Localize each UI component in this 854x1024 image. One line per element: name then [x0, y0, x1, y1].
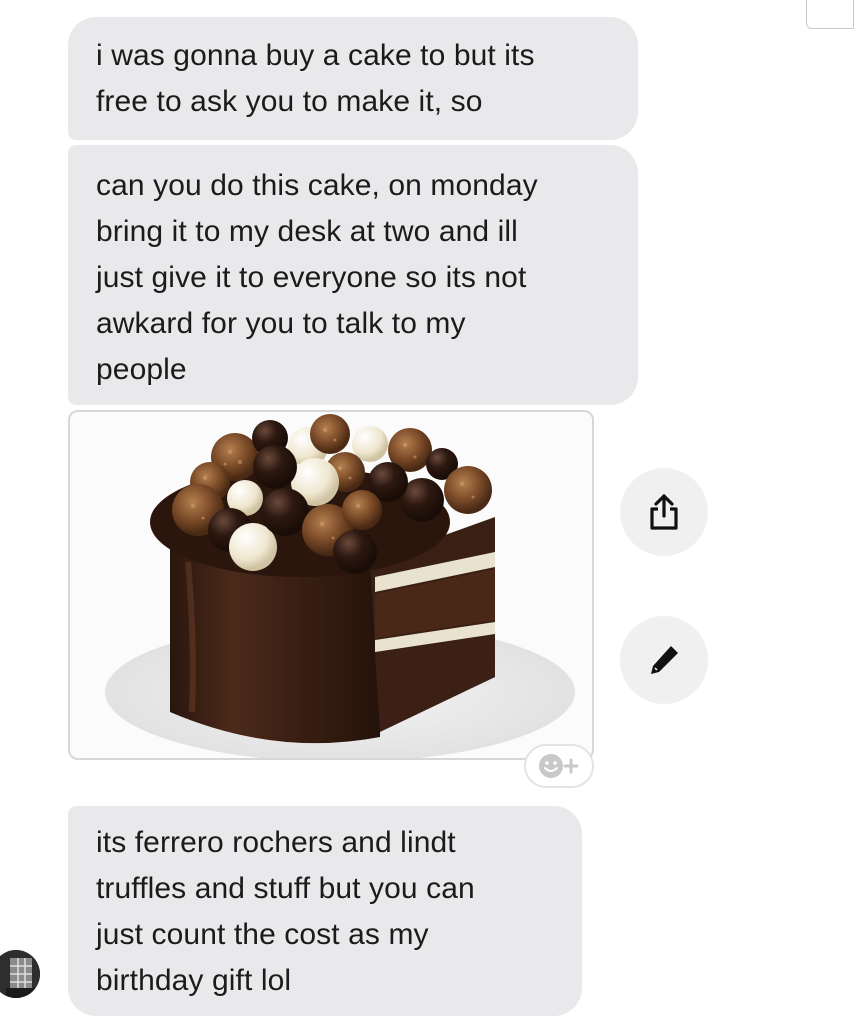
message-bubble-3[interactable]: its ferrero rochers and lindt truffles a…	[68, 806, 582, 1016]
message-2-line-4: awkard for you to talk to my	[96, 307, 466, 340]
pencil-icon	[651, 646, 678, 674]
message-1-line-2: free to ask you to make it, so	[96, 85, 483, 118]
message-2-line-5: people	[96, 353, 187, 386]
message-bubble-2[interactable]: can you do this cake, on monday bring it…	[68, 145, 638, 405]
top-right-corner-element	[806, 0, 854, 29]
sender-avatar[interactable]	[0, 950, 40, 998]
message-2-line-2: bring it to my desk at two and ill	[96, 215, 518, 248]
chocolate-cake-image	[70, 412, 592, 758]
edit-button[interactable]	[620, 616, 708, 704]
message-3-line-4: birthday gift lol	[96, 964, 292, 997]
add-reaction-icon	[539, 754, 579, 778]
cake-photo-attachment[interactable]	[68, 410, 594, 760]
message-2-line-3: just give it to everyone so its not	[96, 261, 527, 294]
message-bubble-1[interactable]: i was gonna buy a cake to but its free t…	[68, 17, 638, 140]
add-reaction-button[interactable]	[524, 744, 594, 788]
share-icon	[650, 494, 678, 530]
message-thread: i was gonna buy a cake to but its free t…	[0, 0, 854, 1024]
share-button[interactable]	[620, 468, 708, 556]
avatar-image	[0, 950, 40, 998]
message-1-line-1: i was gonna buy a cake to but its	[96, 39, 535, 72]
message-3-line-2: truffles and stuff but you can	[96, 872, 475, 905]
message-3-line-1: its ferrero rochers and lindt	[96, 826, 456, 859]
message-2-line-1: can you do this cake, on monday	[96, 169, 538, 202]
message-3-line-3: just count the cost as my	[96, 918, 429, 951]
